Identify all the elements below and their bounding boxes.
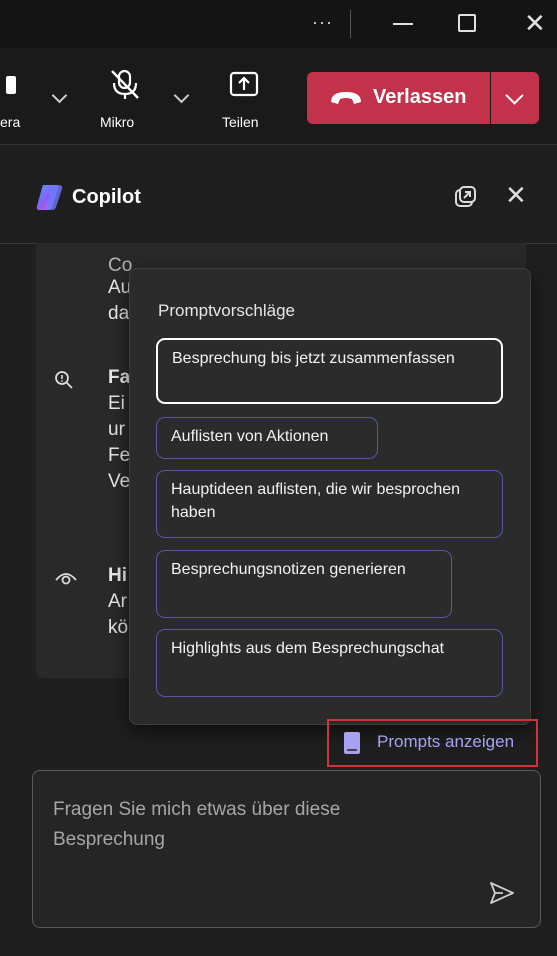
- more-options-button[interactable]: ···: [312, 12, 333, 33]
- chat-input[interactable]: Fragen Sie mich etwas über diese Besprec…: [32, 770, 541, 928]
- eye-icon: [55, 573, 77, 585]
- send-icon[interactable]: [489, 881, 515, 905]
- window-close-button[interactable]: ✕: [524, 8, 546, 39]
- zoom-icon: [55, 371, 73, 389]
- card-text-line: Au: [108, 277, 132, 298]
- prompt-suggestions-popup: Promptvorschläge Besprechung bis jetzt z…: [129, 268, 531, 725]
- card-item-title: Hi: [108, 565, 127, 586]
- hang-up-icon: [331, 92, 361, 104]
- card-text-line: Fe: [108, 445, 131, 466]
- camera-label: era: [0, 114, 21, 130]
- card-text-line: ur: [108, 419, 125, 440]
- prompt-chip-main-ideas[interactable]: Hauptideen auflisten, die wir besprochen…: [156, 470, 503, 538]
- maximize-button[interactable]: [458, 14, 476, 32]
- mic-label: Mikro: [100, 114, 135, 130]
- prompt-suggestions-heading: Promptvorschläge: [158, 301, 296, 320]
- copilot-title: Copilot: [72, 186, 141, 208]
- share-screen-icon[interactable]: [229, 70, 259, 100]
- window-titlebar: ··· ✕: [0, 0, 557, 48]
- card-text-line: Ve: [108, 471, 131, 492]
- titlebar-divider: [350, 10, 351, 38]
- chevron-down-icon: [505, 86, 524, 105]
- leave-button[interactable]: Verlassen: [307, 72, 490, 124]
- pop-out-icon[interactable]: [453, 185, 477, 209]
- copilot-close-button[interactable]: ✕: [505, 180, 527, 211]
- leave-label: Verlassen: [373, 86, 467, 108]
- card-text-line: Ar: [108, 591, 127, 612]
- card-text-line: Ei: [108, 393, 125, 414]
- minimize-button[interactable]: [393, 23, 413, 25]
- show-prompts-button[interactable]: Prompts anzeigen: [327, 719, 538, 767]
- card-text-line: da: [108, 303, 130, 324]
- prompt-chip-chat-highlights[interactable]: Highlights aus dem Besprechungschat: [156, 629, 503, 697]
- share-label: Teilen: [222, 114, 259, 130]
- copilot-logo-icon: [36, 185, 63, 210]
- prompt-chip-action-items[interactable]: Auflisten von Aktionen: [156, 417, 378, 459]
- leave-options-button[interactable]: [491, 72, 539, 124]
- prompt-chip-generate-notes[interactable]: Besprechungsnotizen generieren: [156, 550, 452, 618]
- camera-options-chevron-icon[interactable]: [51, 87, 68, 104]
- prompt-chip-summarize[interactable]: Besprechung bis jetzt zusammenfassen: [156, 338, 503, 404]
- show-prompts-label: Prompts anzeigen: [377, 732, 515, 751]
- card-text-line: kö: [108, 617, 129, 638]
- mic-off-icon[interactable]: [108, 68, 142, 102]
- camera-icon[interactable]: [6, 76, 16, 94]
- book-icon: [344, 732, 360, 754]
- mic-options-chevron-icon[interactable]: [173, 87, 190, 104]
- card-item-title: Fa: [108, 367, 131, 388]
- chat-input-placeholder: Fragen Sie mich etwas über diese Besprec…: [53, 799, 341, 850]
